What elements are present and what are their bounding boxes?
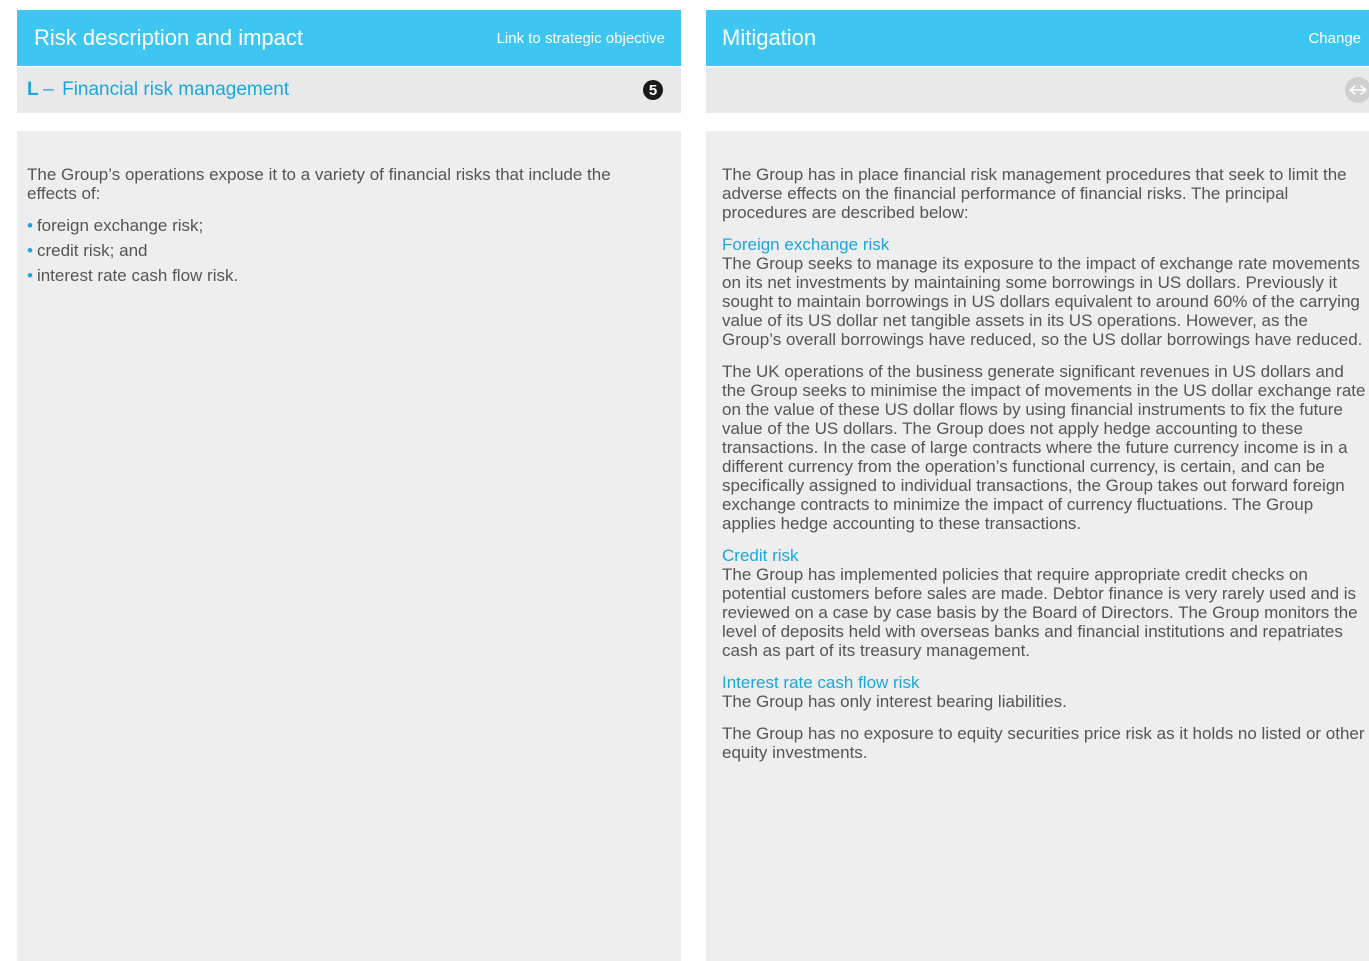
section-heading: Interest rate cash flow risk xyxy=(722,673,920,692)
section-paragraph: The Group has only interest bearing liab… xyxy=(722,692,1067,711)
risk-letter: L xyxy=(27,79,39,100)
strategic-objective-link[interactable]: Link to strategic objective xyxy=(497,30,665,47)
risk-title-bar: L – Financial risk management 5 xyxy=(17,67,681,113)
risk-list: • foreign exchange risk; • credit risk; an… xyxy=(27,216,651,285)
arrows-left-right-icon xyxy=(1345,77,1369,103)
section-foreign-exchange: Foreign exchange risk The Group seeks to… xyxy=(722,235,1369,349)
list-item: • credit risk; and xyxy=(27,241,651,260)
mitigation-title-bar xyxy=(706,67,1369,113)
bullet-icon: • xyxy=(27,216,33,235)
risk-title: Financial risk management xyxy=(62,79,290,100)
risk-dash: – xyxy=(43,79,54,100)
mitigation-body: The Group has in place financial risk ma… xyxy=(706,131,1369,961)
bullet-icon: • xyxy=(27,241,33,260)
section-paragraph: The Group seeks to manage its exposure t… xyxy=(722,254,1363,349)
risk-description-column: Risk description and impact Link to stra… xyxy=(17,10,681,961)
section-paragraph: The UK operations of the business genera… xyxy=(722,362,1366,533)
section-paragraph: The Group has implemented policies that … xyxy=(722,565,1358,660)
list-item-text: credit risk; and xyxy=(36,241,148,260)
section-credit-risk: Credit risk The Group has implemented po… xyxy=(722,546,1369,660)
mitigation-title: Mitigation xyxy=(722,25,817,50)
risk-description-header: Risk description and impact Link to stra… xyxy=(17,10,681,66)
risk-description-body: The Group’s operations expose it to a va… xyxy=(17,131,681,961)
section-paragraph: The Group has no exposure to equity secu… xyxy=(722,724,1365,762)
risk-heading: L – Financial risk management xyxy=(27,79,289,101)
change-label: Change xyxy=(1308,29,1361,47)
section-heading: Credit risk xyxy=(722,546,799,565)
mitigation-column: Mitigation Change The Group has in place… xyxy=(706,10,1369,961)
bullet-icon: • xyxy=(27,266,33,285)
objective-number-badge: 5 xyxy=(643,80,663,100)
mitigation-header: Mitigation Change xyxy=(706,10,1369,66)
list-item-text: foreign exchange risk; xyxy=(36,216,204,235)
risk-intro: The Group’s operations expose it to a va… xyxy=(27,165,611,203)
list-item-text: interest rate cash flow risk. xyxy=(36,266,239,285)
section-heading: Foreign exchange risk xyxy=(722,235,890,254)
risk-description-title: Risk description and impact xyxy=(34,25,304,50)
section-interest-rate: Interest rate cash flow risk The Group h… xyxy=(722,673,1369,711)
mitigation-intro: The Group has in place financial risk ma… xyxy=(722,165,1347,222)
list-item: • interest rate cash flow risk. xyxy=(27,266,651,285)
list-item: • foreign exchange risk; xyxy=(27,216,651,235)
